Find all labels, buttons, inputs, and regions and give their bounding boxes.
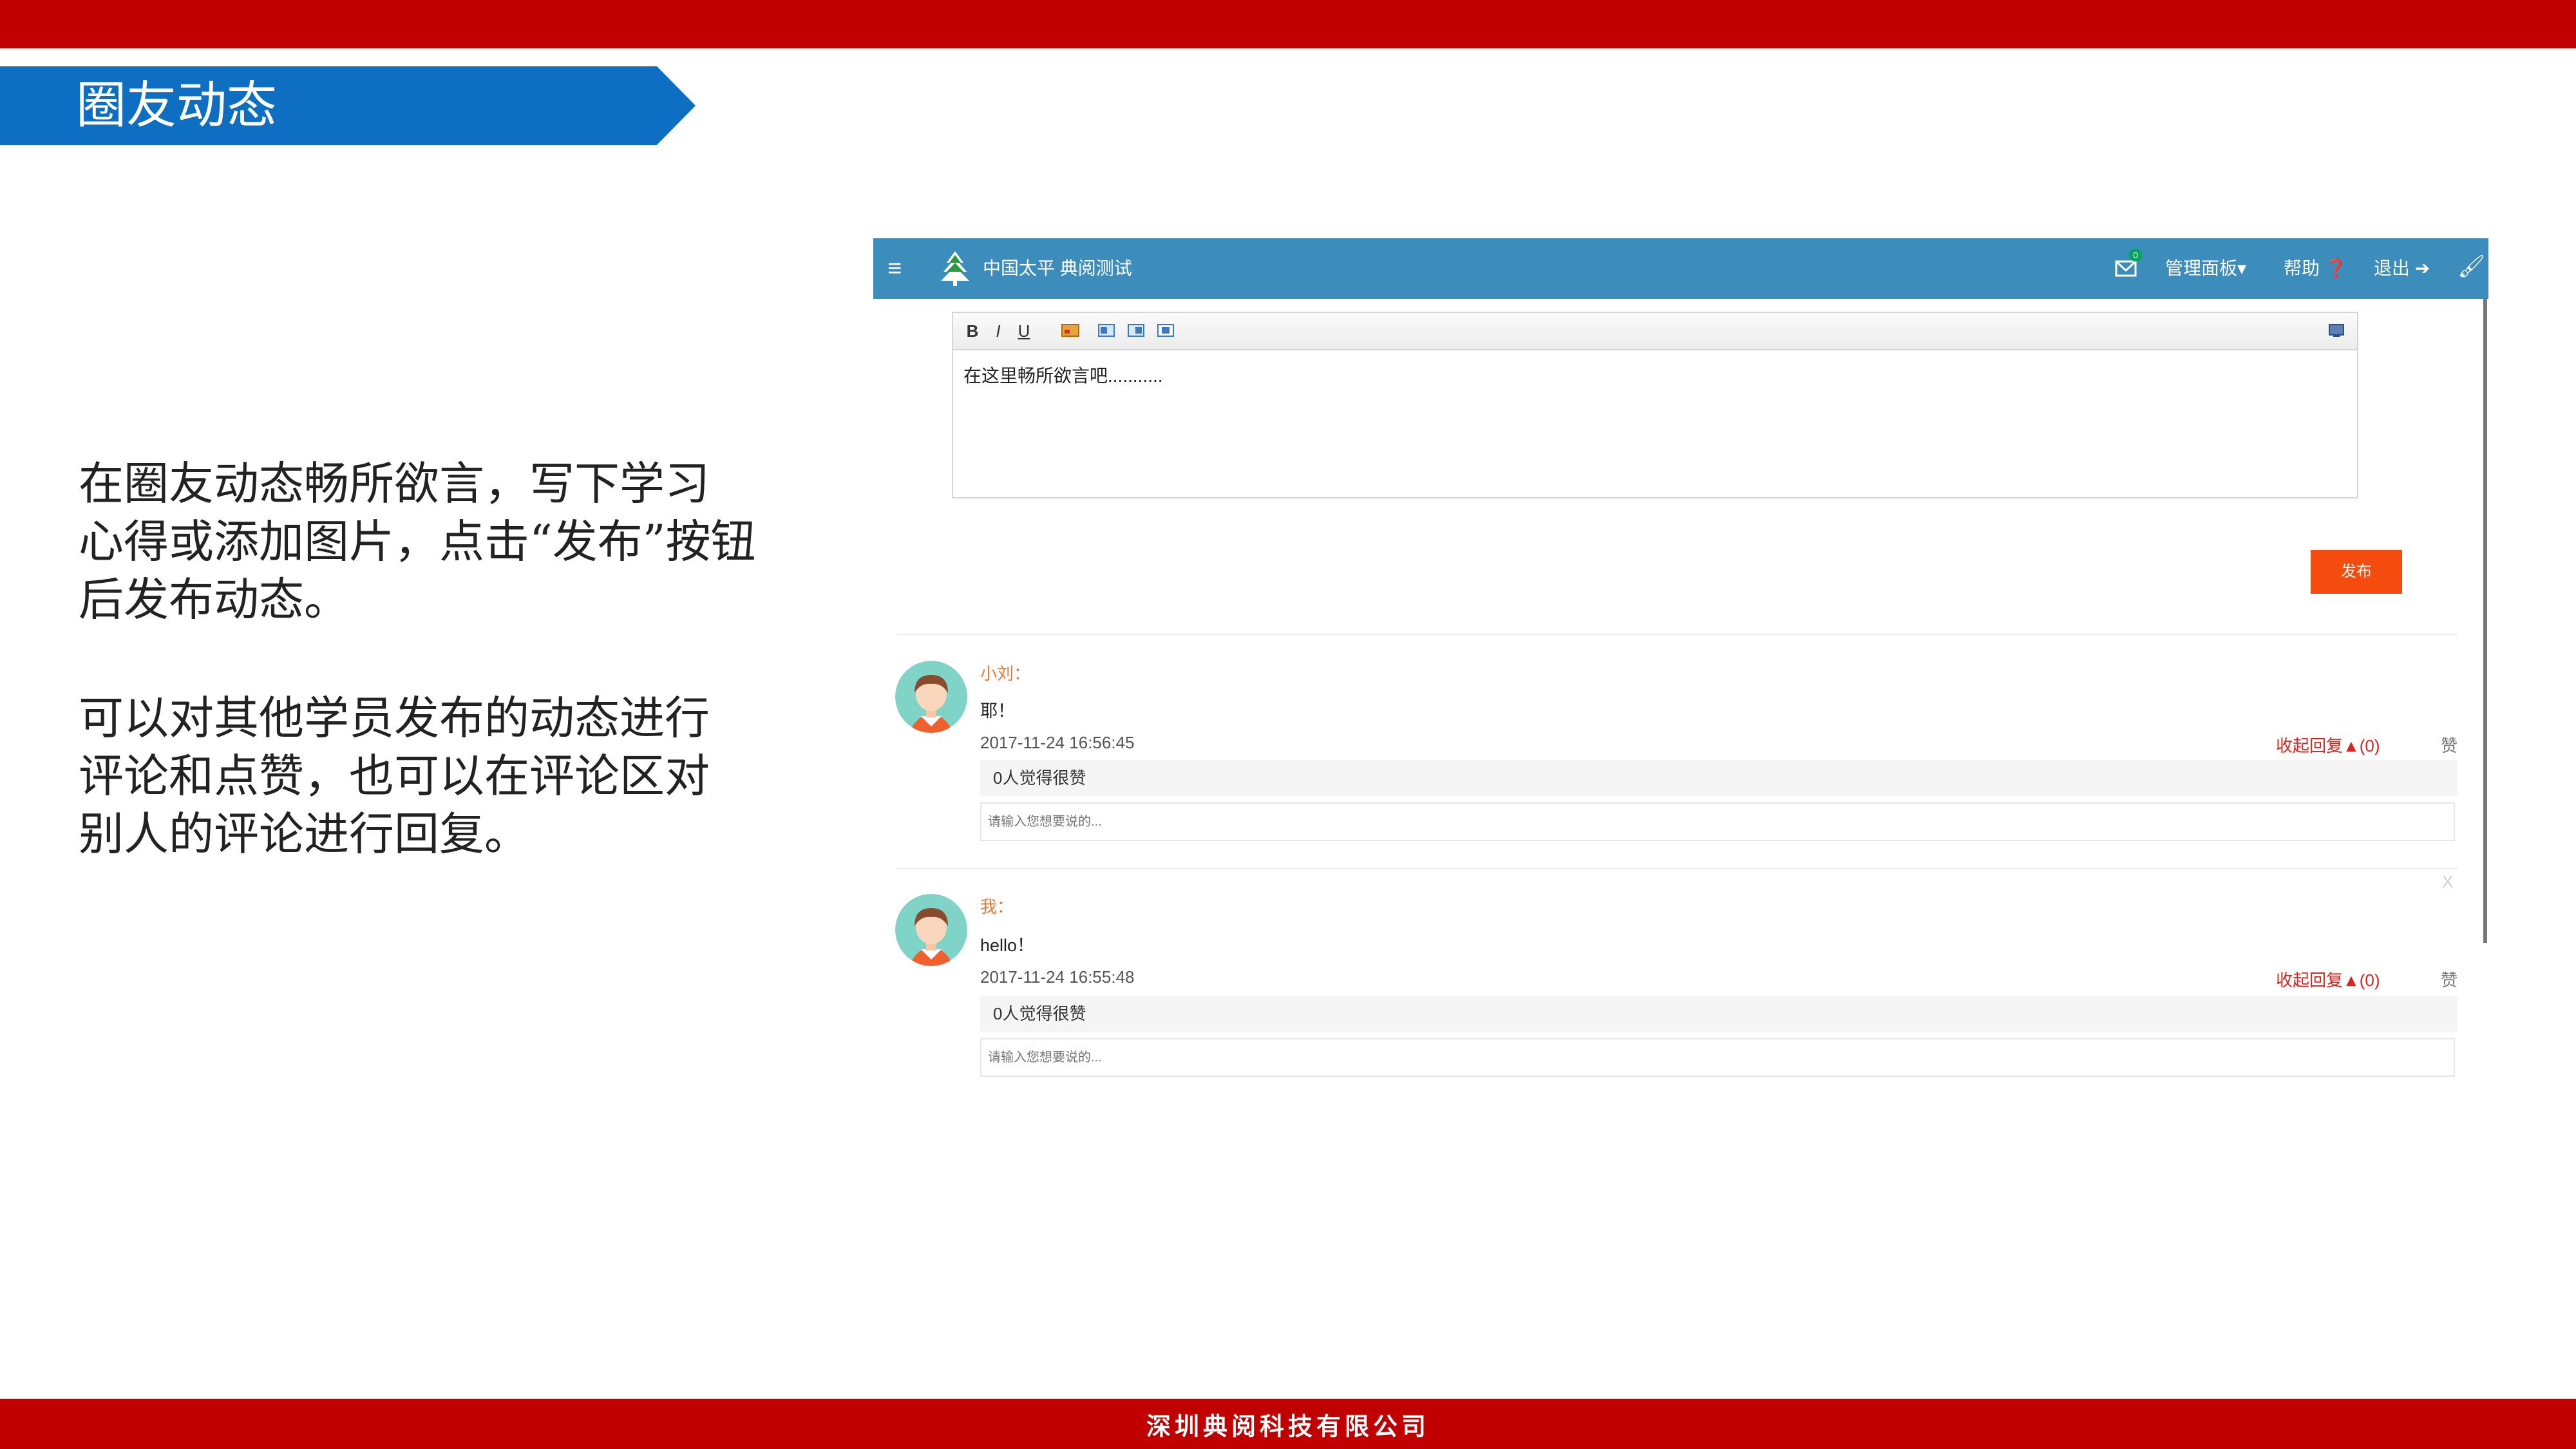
comment-input[interactable]	[980, 802, 2455, 841]
description-comment: 可以对其他学员发布的动态进行 评论和点赞，也可以在评论区对 别人的评论进行回复。	[79, 689, 813, 863]
avatar[interactable]	[895, 661, 967, 733]
tree-logo-icon	[938, 250, 972, 287]
divider	[896, 868, 2458, 869]
post-author[interactable]: 我：	[980, 894, 1014, 918]
likes-count: 0人觉得很赞	[980, 760, 2458, 796]
description-line: 评论和点赞，也可以在评论区对	[79, 750, 710, 802]
description-line: 可以对其他学员发布的动态进行	[79, 692, 710, 744]
brush-icon[interactable]: 🖌	[2458, 252, 2485, 281]
image-insert-icon[interactable]	[1061, 323, 1079, 337]
app-header: ≡ 中国太平 典阅测试 0 管理面板▾ 帮助 ❓ 退出 ➔ 🖌	[873, 238, 2488, 299]
description-line: 别人的评论进行回复。	[79, 808, 529, 860]
nav-manage-dropdown[interactable]: 管理面板▾	[2165, 256, 2246, 281]
post-editor[interactable]: B I U 在这里畅所欲言吧...........	[952, 312, 2358, 498]
underline-button[interactable]: U	[1015, 321, 1033, 341]
publish-button[interactable]: 发布	[2311, 550, 2402, 594]
likes-count: 0人觉得很赞	[980, 996, 2458, 1032]
likes-text: 0人觉得很赞	[993, 1004, 1086, 1023]
like-button[interactable]: 赞	[2441, 967, 2458, 991]
post-author[interactable]: 小刘：	[980, 661, 1030, 685]
hamburger-menu-icon[interactable]: ≡	[887, 254, 902, 283]
post-body: 耶！	[980, 701, 1015, 721]
mail-badge: 0	[2129, 249, 2142, 261]
app-screenshot: ≡ 中国太平 典阅测试 0 管理面板▾ 帮助 ❓ 退出 ➔ 🖌 B I U 在这…	[873, 238, 2488, 1086]
fullscreen-icon[interactable]	[2327, 323, 2345, 337]
align-left-icon[interactable]	[1097, 323, 1115, 337]
like-button[interactable]: 赞	[2441, 733, 2458, 757]
top-red-bar	[0, 0, 2576, 48]
footer-company: 深圳典阅科技有限公司	[1146, 1411, 1430, 1441]
divider	[896, 634, 2458, 635]
slide-title: 圈友动态	[76, 77, 278, 135]
description-line: 后发布动态。	[79, 573, 349, 626]
align-right-icon[interactable]	[1127, 323, 1145, 337]
post-time: 2017-11-24 16:55:48	[980, 967, 1135, 987]
post-body: hello！	[980, 936, 1035, 955]
description-line: 心得或添加图片，点击“发布”按钮	[79, 515, 756, 568]
nav-help[interactable]: 帮助 ❓	[2284, 256, 2347, 281]
close-button[interactable]: X	[2442, 872, 2453, 892]
italic-button[interactable]: I	[989, 321, 1007, 341]
collapse-replies-link[interactable]: 收起回复▲(0)	[2276, 967, 2380, 991]
site-title[interactable]: 中国太平 典阅测试	[983, 256, 1132, 281]
description-line: 在圈友动态畅所欲言，写下学习	[79, 457, 710, 510]
likes-text: 0人觉得很赞	[993, 768, 1086, 788]
scrollbar[interactable]	[2483, 299, 2487, 943]
editor-toolbar: B I U	[953, 313, 2357, 350]
comment-input[interactable]	[980, 1038, 2455, 1077]
post-time: 2017-11-24 16:56:45	[980, 733, 1135, 752]
align-center-icon[interactable]	[1157, 323, 1175, 337]
footer-bar: 深圳典阅科技有限公司	[0, 1399, 2576, 1449]
nav-logout[interactable]: 退出 ➔	[2374, 256, 2430, 281]
description-publish: 在圈友动态畅所欲言，写下学习 心得或添加图片，点击“发布”按钮 后发布动态。	[79, 455, 813, 629]
editor-content[interactable]: 在这里畅所欲言吧...........	[963, 362, 1163, 388]
collapse-replies-link[interactable]: 收起回复▲(0)	[2276, 733, 2380, 757]
bold-button[interactable]: B	[963, 321, 981, 341]
avatar[interactable]	[895, 894, 967, 966]
